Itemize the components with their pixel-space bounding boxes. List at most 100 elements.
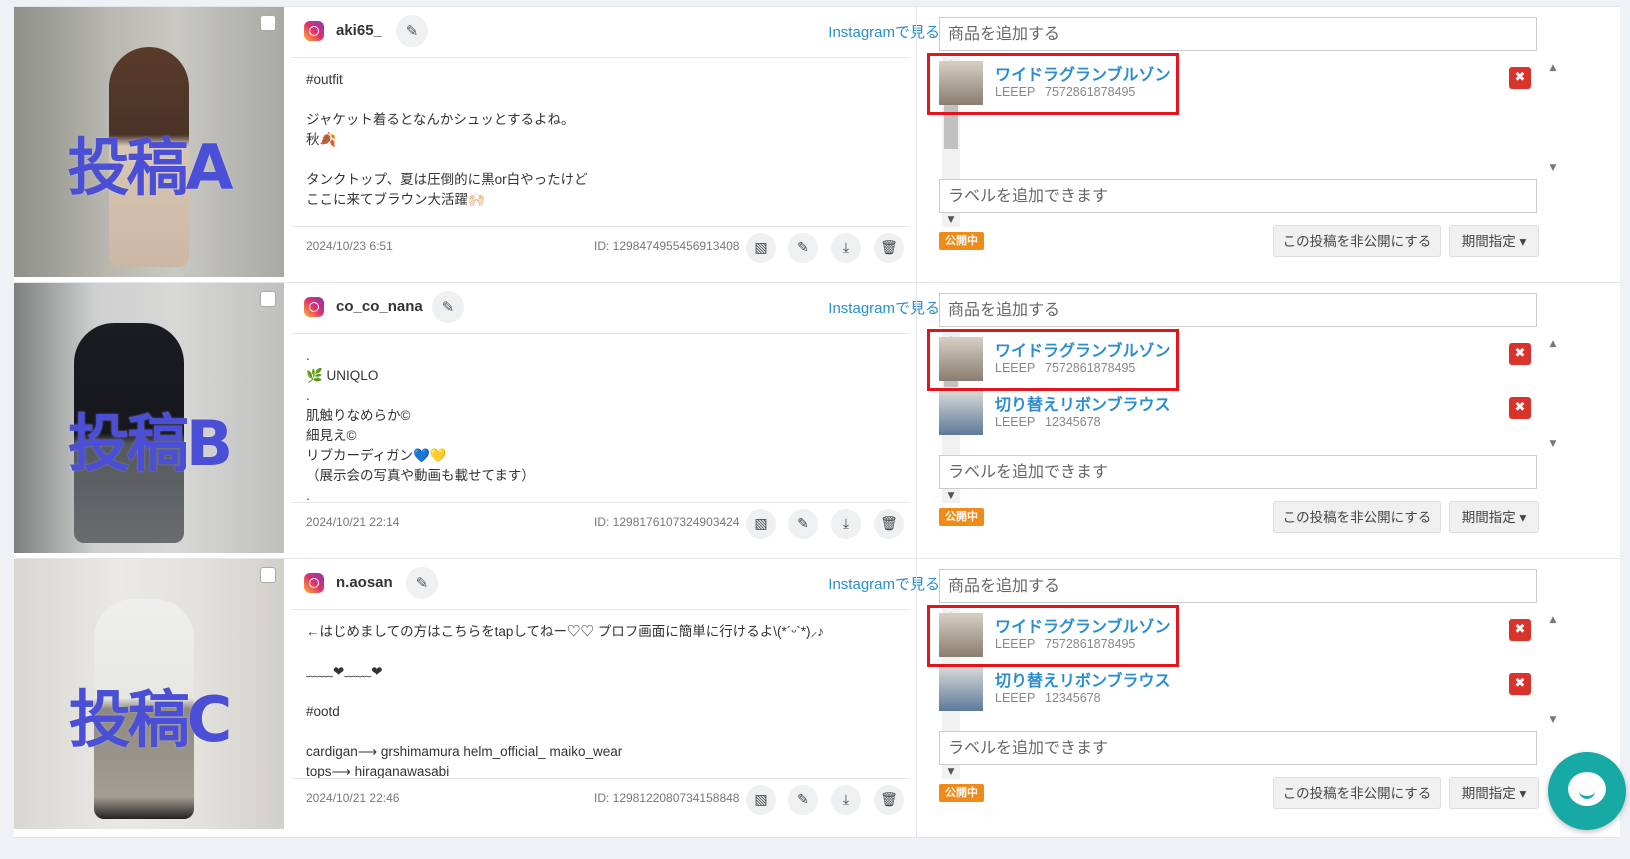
caption-line: 🌿 UNIQLO [306,368,379,383]
remove-product-button[interactable]: ✖ [1509,673,1531,695]
product-name-link[interactable]: ワイドラグランブルゾン [995,337,1171,361]
product-scrollbar[interactable]: ▲ ▼ [1545,339,1561,449]
product-scrollbar[interactable]: ▲ ▼ [1545,615,1561,725]
caret-down-icon: ▾ [1519,510,1527,525]
product-name-link[interactable]: ワイドラグランブルゾン [995,61,1171,85]
edit-username-button[interactable]: ✎ [406,567,438,599]
edit-button[interactable]: ✎ [788,509,818,539]
label-input[interactable]: ラベルを追加できます [939,455,1537,489]
status-badge: 公開中 [939,232,984,250]
caption-line [306,642,896,662]
add-product-input[interactable]: 商品を追加する [939,17,1537,51]
edit-username-button[interactable]: ✎ [396,15,428,47]
post-main: n.aosan ✎ Instagramで見る ←はじめましての方はこちらをtap… [284,559,964,837]
status-badge: 公開中 [939,508,984,526]
pencil-icon: ✎ [797,240,809,256]
edit-button[interactable]: ✎ [788,785,818,815]
hide-post-button[interactable]: この投稿を非公開にする [1273,777,1441,809]
pencil-icon: ✎ [405,22,419,40]
username: co_co_nana [336,298,423,315]
image-button[interactable]: ▧ [746,509,776,539]
image-icon: ▧ [754,516,768,532]
add-product-input[interactable]: 商品を追加する [939,293,1537,327]
post-card: 投稿B co_co_nana ✎ Instagramで見る . 🌿 UNIQLO… [14,282,1620,562]
post-image[interactable]: 投稿B [14,283,284,553]
caption-line [306,722,896,742]
period-dropdown[interactable]: 期間指定 ▾ [1449,225,1539,257]
post-date: 2024/10/23 6:51 [306,239,393,253]
instagram-icon [304,573,324,593]
image-icon: ▧ [754,240,768,256]
product-name-link[interactable]: 切り替えリボンブラウス [995,667,1171,691]
caption-line: . [306,388,310,403]
edit-button[interactable]: ✎ [788,233,818,263]
download-button[interactable]: ⤓ [831,233,861,263]
post-image[interactable]: 投稿A [14,7,284,277]
post-date: 2024/10/21 22:46 [306,791,400,805]
add-product-input[interactable]: 商品を追加する [939,569,1537,603]
remove-product-button[interactable]: ✖ [1509,343,1531,365]
select-checkbox[interactable] [260,15,276,31]
select-checkbox[interactable] [260,291,276,307]
product-item: 切り替えリボンブラウス LEEEP 12345678 ✖ [939,663,1537,713]
period-label: 期間指定 [1461,786,1516,801]
product-item: 切り替えリボンブラウス LEEEP 12345678 ✖ [939,387,1537,437]
post-overlay-label: 投稿C [68,683,233,756]
post-card: 投稿C n.aosan ✎ Instagramで見る ←はじめましての方はこちら… [14,558,1620,838]
username: n.aosan [336,574,393,591]
product-thumbnail [939,337,983,381]
product-brand: LEEEP [995,361,1036,375]
pencil-icon: ✎ [797,792,809,808]
delete-post-button[interactable]: 🗑 [874,509,904,539]
product-code: 12345678 [1045,415,1101,429]
caption: ←はじめましての方はこちらをtapしてねー♡♡ プロフ画面に簡単に行けるよ\(*… [292,609,910,779]
instagram-icon [304,21,324,41]
hide-post-button[interactable]: この投稿を非公開にする [1273,225,1441,257]
period-dropdown[interactable]: 期間指定 ▾ [1449,501,1539,533]
hide-post-button[interactable]: この投稿を非公開にする [1273,501,1441,533]
download-button[interactable]: ⤓ [831,509,861,539]
period-label: 期間指定 [1461,234,1516,249]
product-brand: LEEEP [995,415,1036,429]
chat-launcher-button[interactable] [1548,752,1626,830]
caption-line: ジャケット着るとなんかシュッとするよね。 [306,112,575,127]
remove-product-button[interactable]: ✖ [1509,67,1531,89]
image-icon: ▧ [754,792,768,808]
delete-post-button[interactable]: 🗑 [874,233,904,263]
remove-product-button[interactable]: ✖ [1509,397,1531,419]
post-overlay-label: 投稿A [67,131,234,204]
product-name-link[interactable]: 切り替えリボンブラウス [995,391,1171,415]
delete-post-button[interactable]: 🗑 [874,785,904,815]
caret-down-icon: ▾ [1519,234,1527,249]
username: aki65_ [336,22,382,39]
image-button[interactable]: ▧ [746,233,776,263]
caption-line: 細見え© [306,428,357,443]
product-code: 7572861878495 [1045,637,1136,651]
close-icon: ✖ [1514,676,1526,691]
download-icon: ⤓ [842,792,850,808]
product-panel: 商品を追加する ワイドラグランブルゾン LEEEP 7572861878495 … [916,283,1621,561]
trash-icon: 🗑 [880,792,898,808]
label-input[interactable]: ラベルを追加できます [939,179,1537,213]
caption-line: ←はじめましての方はこちらをtapしてねー♡♡ プロフ画面に簡単に行けるよ\(*… [306,624,825,639]
edit-username-button[interactable]: ✎ [432,291,464,323]
caption-line: 肌触りなめらか© [306,408,411,423]
caption-line: tops⟶ hiraganawasabi [306,764,450,779]
post-image[interactable]: 投稿C [14,559,284,829]
post-id: ID: 1298176107324903424 [594,515,740,529]
post-main: aki65_ ✎ Instagramで見る #outfit ジャケット着るとなん… [284,7,964,285]
select-checkbox[interactable] [260,567,276,583]
product-scrollbar[interactable]: ▲ ▼ [1545,63,1561,173]
download-icon: ⤓ [842,240,850,256]
chat-bubble-icon [1568,772,1606,806]
image-button[interactable]: ▧ [746,785,776,815]
download-button[interactable]: ⤓ [831,785,861,815]
product-code: 7572861878495 [1045,85,1136,99]
caption-line: タンクトップ、夏は圧倒的に黒or白やったけど [306,172,588,187]
product-name-link[interactable]: ワイドラグランブルゾン [995,613,1171,637]
pencil-icon: ✎ [441,298,455,316]
period-dropdown[interactable]: 期間指定 ▾ [1449,777,1539,809]
remove-product-button[interactable]: ✖ [1509,619,1531,641]
status-badge: 公開中 [939,784,984,802]
label-input[interactable]: ラベルを追加できます [939,731,1537,765]
